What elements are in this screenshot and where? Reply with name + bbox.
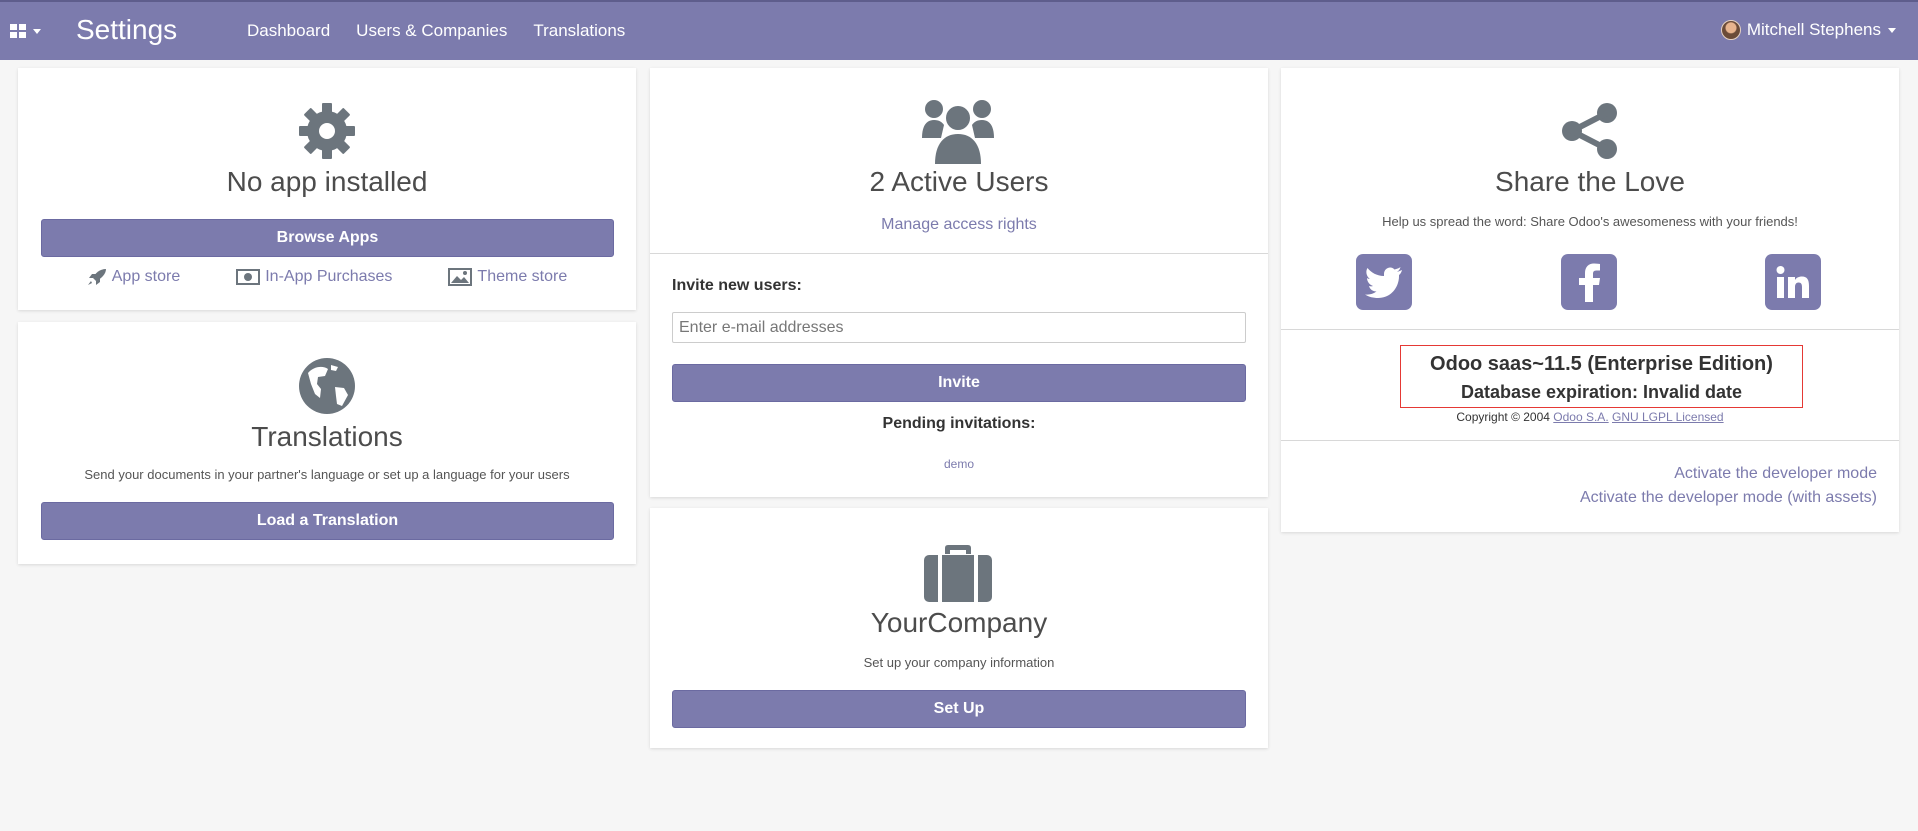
- user-menu[interactable]: Mitchell Stephens: [1720, 20, 1896, 40]
- page-title: Settings: [76, 14, 178, 45]
- apps-menu-toggle[interactable]: [10, 20, 46, 42]
- version-text: Odoo saas~11.5 (Enterprise Edition): [1430, 353, 1773, 375]
- copyright-prefix: Copyright © 2004: [1456, 410, 1550, 424]
- gear-icon: [298, 102, 356, 165]
- in-app-purchases-label: In-App Purchases: [265, 268, 393, 285]
- store-links: App store In-App Purchases Theme store: [18, 268, 636, 286]
- translations-card: Translations Send your documents in your…: [18, 322, 636, 564]
- database-expiration-text: Database expiration: Invalid date: [1460, 382, 1743, 402]
- globe-icon: [298, 357, 356, 420]
- share-icon: [1561, 102, 1619, 165]
- active-users-title: 2 Active Users: [869, 166, 1049, 197]
- license-link[interactable]: GNU LGPL Licensed: [1612, 410, 1724, 424]
- linkedin-icon: [1776, 266, 1809, 298]
- activate-developer-mode-link[interactable]: Activate the developer mode: [1580, 462, 1877, 486]
- divider: [1281, 329, 1899, 330]
- pending-invitation-item[interactable]: demo: [650, 457, 1268, 471]
- linkedin-button[interactable]: [1765, 254, 1821, 310]
- menu-users-companies[interactable]: Users & Companies: [356, 21, 507, 41]
- invite-email-input[interactable]: [672, 312, 1246, 343]
- briefcase-icon: [924, 544, 992, 607]
- twitter-button[interactable]: [1356, 254, 1412, 310]
- company-card: YourCompany Set up your company informat…: [650, 508, 1268, 748]
- top-menu: Dashboard Users & Companies Translations: [247, 21, 651, 41]
- share-title: Share the Love: [1495, 166, 1685, 197]
- image-icon: [448, 268, 473, 286]
- company-description: Set up your company information: [863, 655, 1055, 670]
- apps-status-title: No app installed: [226, 166, 428, 197]
- twitter-icon: [1365, 267, 1402, 298]
- top-navbar: Settings Dashboard Users & Companies Tra…: [0, 0, 1918, 60]
- invite-button[interactable]: Invite: [672, 364, 1246, 402]
- set-up-button[interactable]: Set Up: [672, 690, 1246, 728]
- facebook-button[interactable]: [1561, 254, 1617, 310]
- activate-developer-mode-assets-link[interactable]: Activate the developer mode (with assets…: [1580, 486, 1877, 510]
- divider: [1281, 440, 1899, 441]
- browse-apps-button[interactable]: Browse Apps: [41, 219, 614, 257]
- caret-down-icon: [1888, 27, 1896, 33]
- translations-description: Send your documents in your partner's la…: [84, 467, 570, 482]
- app-store-label: App store: [111, 268, 181, 285]
- apps-grid-icon: [10, 24, 26, 38]
- in-app-purchases-link[interactable]: In-App Purchases: [236, 268, 392, 286]
- apps-card: No app installed Browse Apps App store I…: [18, 68, 636, 310]
- invite-label: Invite new users:: [672, 277, 802, 294]
- translations-title: Translations: [251, 421, 403, 452]
- pending-invitations-label: Pending invitations:: [882, 415, 1036, 432]
- load-translation-button[interactable]: Load a Translation: [41, 502, 614, 540]
- menu-translations[interactable]: Translations: [533, 21, 625, 41]
- theme-store-label: Theme store: [477, 268, 568, 285]
- company-title: YourCompany: [870, 607, 1048, 638]
- odoo-sa-link[interactable]: Odoo S.A.: [1553, 410, 1608, 424]
- menu-dashboard[interactable]: Dashboard: [247, 21, 330, 41]
- users-icon: [922, 98, 994, 169]
- facebook-icon: [1579, 263, 1600, 302]
- version-info-box: Odoo saas~11.5 (Enterprise Edition) Data…: [1400, 345, 1803, 408]
- share-card: Share the Love Help us spread the word: …: [1281, 68, 1899, 532]
- theme-store-link[interactable]: Theme store: [448, 268, 567, 286]
- manage-access-rights-link[interactable]: Manage access rights: [650, 216, 1268, 234]
- app-store-link[interactable]: App store: [87, 268, 180, 286]
- avatar: [1720, 20, 1741, 40]
- share-description: Help us spread the word: Share Odoo's aw…: [1382, 214, 1798, 229]
- caret-down-icon: [33, 28, 41, 34]
- money-icon: [236, 269, 261, 285]
- rocket-icon: [87, 269, 106, 285]
- users-card: 2 Active Users Manage access rights Invi…: [650, 68, 1268, 497]
- divider: [650, 253, 1268, 254]
- user-name: Mitchell Stephens: [1746, 20, 1881, 39]
- copyright: Copyright © 2004 Odoo S.A. GNU LGPL Lice…: [1281, 410, 1899, 424]
- developer-mode-links: Activate the developer mode Activate the…: [1580, 462, 1877, 510]
